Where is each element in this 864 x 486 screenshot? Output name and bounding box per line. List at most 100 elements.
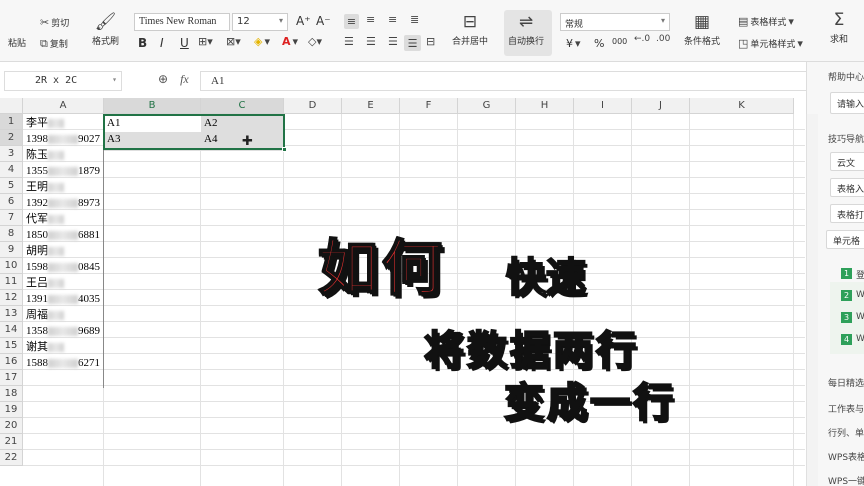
skill-btn-2[interactable]: 表格入 [830, 178, 864, 197]
row-header-16[interactable]: 16 [0, 354, 23, 370]
row-header-7[interactable]: 7 [0, 210, 23, 226]
help-search-input[interactable]: 请输入 [830, 92, 864, 114]
font-grow-button[interactable]: A⁺ [296, 14, 311, 28]
copy-button[interactable]: ⧉ 复制 [40, 37, 68, 50]
cell-fill-button[interactable]: ⊠▾ [226, 36, 241, 47]
row-header-2[interactable]: 2 [0, 130, 23, 146]
row-header-5[interactable]: 5 [0, 178, 23, 194]
increase-decimal-button[interactable]: ←.0 [634, 35, 650, 44]
row-header-17[interactable]: 17 [0, 370, 23, 386]
column-header-f[interactable]: F [400, 98, 458, 114]
item-text-3[interactable]: W [856, 312, 864, 322]
align-bottom-button[interactable]: ≡ [388, 14, 397, 25]
paste-button[interactable]: 粘贴 [8, 36, 26, 49]
column-header-h[interactable]: H [516, 98, 574, 114]
clear-format-button[interactable]: ◇▾ [308, 36, 322, 47]
row-header-6[interactable]: 6 [0, 194, 23, 210]
border-button[interactable]: ⊞▾ [198, 36, 213, 47]
overlay-subtitle-line2: 变成一行 [503, 379, 676, 427]
row-header-22[interactable]: 22 [0, 450, 23, 466]
skill-btn-3[interactable]: 表格打 [830, 204, 864, 223]
row-header-18[interactable]: 18 [0, 386, 23, 402]
item-text-2[interactable]: W [856, 290, 864, 300]
thousands-button[interactable]: 000 [612, 37, 627, 46]
daily-item-2[interactable]: 行列、单 [828, 426, 864, 439]
fill-handle[interactable] [282, 147, 287, 152]
font-name-select[interactable]: Times New Roman [134, 13, 230, 31]
bold-button[interactable]: B [138, 36, 147, 50]
sum-button[interactable]: Σ 求和 [830, 12, 848, 46]
row-header-1[interactable]: 1 [0, 114, 23, 130]
column-header-i[interactable]: I [574, 98, 632, 114]
skill-btn-4[interactable]: 单元格 [826, 230, 864, 249]
name-box[interactable]: 2R x 2C [4, 71, 122, 91]
grid-row-line [23, 385, 805, 386]
row-header-11[interactable]: 11 [0, 274, 23, 290]
row-header-9[interactable]: 9 [0, 242, 23, 258]
align-center-button[interactable]: ☰ [366, 36, 376, 47]
column-header-g[interactable]: G [458, 98, 516, 114]
bold-label: B [138, 36, 148, 50]
column-header-d[interactable]: D [284, 98, 342, 114]
align-right-button[interactable]: ☰ [388, 36, 398, 47]
item-text-1[interactable]: 登 [856, 268, 864, 281]
dropdown-icon: ▾ [788, 15, 794, 28]
column-header-a[interactable]: A [23, 98, 104, 114]
percent-button[interactable]: % [594, 37, 604, 50]
fill-color-button[interactable]: ◈ ▾ [254, 36, 270, 47]
decrease-decimal-button[interactable]: .00 [656, 35, 670, 44]
justify-button[interactable]: ☰ [404, 35, 421, 51]
row-header-19[interactable]: 19 [0, 402, 23, 418]
row-header-13[interactable]: 13 [0, 306, 23, 322]
align-middle-button[interactable]: ≡ [366, 14, 375, 25]
row-header-12[interactable]: 12 [0, 290, 23, 306]
select-all-corner[interactable] [0, 98, 23, 114]
italic-button[interactable]: I [160, 36, 164, 50]
row-header-14[interactable]: 14 [0, 322, 23, 338]
number-format-value: 常规 [565, 20, 584, 30]
row-header-4[interactable]: 4 [0, 162, 23, 178]
column-header-k[interactable]: K [690, 98, 794, 114]
item-num-4: 4 [841, 334, 852, 345]
daily-item-4[interactable]: WPS一键 [828, 474, 864, 486]
currency-button[interactable]: ¥ ▾ [566, 37, 581, 50]
row-header-8[interactable]: 8 [0, 226, 23, 242]
font-shrink-button[interactable]: A⁻ [316, 14, 331, 28]
format-painter-button[interactable]: 🖌 格式刷 [92, 14, 119, 48]
cut-button[interactable]: ✂ 剪切 [40, 16, 69, 29]
row-header-10[interactable]: 10 [0, 258, 23, 274]
row-header-15[interactable]: 15 [0, 338, 23, 354]
cell-style-button[interactable]: ◳ 单元格样式 ▾ [738, 37, 803, 50]
skill-btn-1[interactable]: 云文 [830, 152, 864, 171]
paste-label: 粘贴 [8, 39, 27, 49]
orientation-button[interactable]: ≣ [410, 14, 419, 25]
conditional-format-button[interactable]: ▦ 条件格式 [684, 14, 721, 48]
daily-item-1[interactable]: 工作表与 [828, 402, 864, 415]
daily-item-3[interactable]: WPS表格 [828, 450, 864, 463]
column-header-c[interactable]: C [201, 98, 284, 114]
underline-button[interactable]: U [180, 36, 189, 50]
fx-icon[interactable]: fx [180, 72, 189, 87]
merge-center-button[interactable]: ⊟ 合并居中 [452, 14, 488, 48]
font-color-button[interactable]: A ▾ [282, 36, 298, 47]
table-style-icon: ▤ [738, 15, 749, 28]
conditional-format-label: 条件格式 [684, 37, 721, 47]
auto-wrap-button[interactable]: ⇌ 自动换行 [508, 14, 544, 48]
distribute-button[interactable]: ⊟ [426, 36, 435, 47]
row-header-21[interactable]: 21 [0, 434, 23, 450]
table-style-button[interactable]: ▤ 表格样式 ▾ [738, 15, 794, 28]
column-header-b[interactable]: B [104, 98, 201, 114]
row-header-20[interactable]: 20 [0, 418, 23, 434]
align-left-button[interactable]: ☰ [344, 36, 354, 47]
item-text-4[interactable]: W [856, 334, 864, 344]
column-header-j[interactable]: J [632, 98, 690, 114]
align-top-icon: ≡ [346, 15, 357, 28]
align-top-button[interactable]: ≡ [344, 14, 359, 29]
row-header-3[interactable]: 3 [0, 146, 23, 162]
font-size-select[interactable]: 12 [232, 13, 288, 31]
vertical-scrollbar[interactable] [806, 114, 818, 486]
column-header-e[interactable]: E [342, 98, 400, 114]
number-format-select[interactable]: 常规 [560, 13, 670, 31]
zoom-icon[interactable]: ⊕ [158, 72, 168, 87]
formula-input[interactable]: A1 [200, 71, 816, 91]
